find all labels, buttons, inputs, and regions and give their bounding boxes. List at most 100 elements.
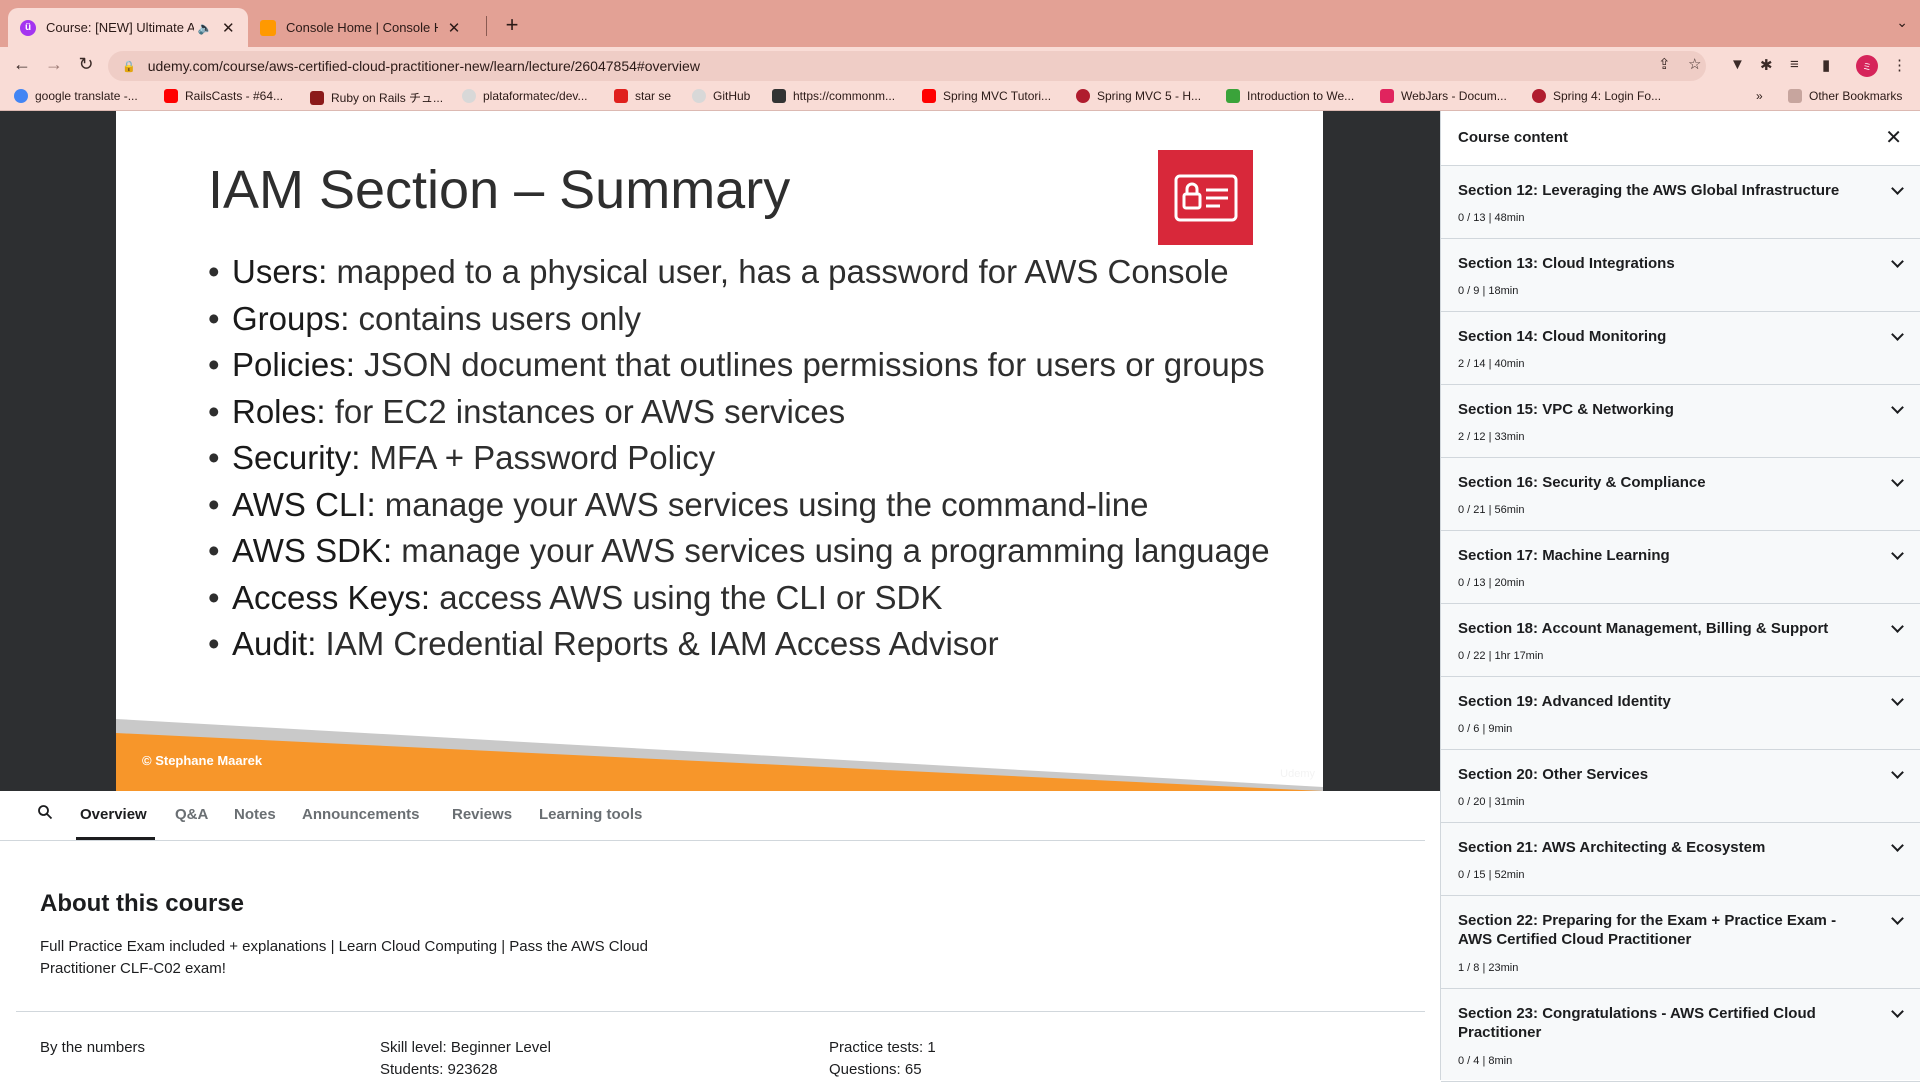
search-icon[interactable] — [37, 804, 53, 825]
section-meta: 0 / 6 | 9min — [1458, 723, 1513, 735]
tab-overview[interactable]: Overview — [80, 806, 147, 823]
bullet-item: • Users: mapped to a physical user, has a… — [208, 253, 1229, 290]
section-meta: 0 / 22 | 1hr 17min — [1458, 650, 1544, 662]
extensions-puzzle-icon[interactable]: ✱ — [1760, 56, 1773, 74]
url-text: udemy.com/course/aws-certified-cloud-pra… — [147, 58, 700, 74]
address-bar[interactable]: 🔒 udemy.com/course/aws-certified-cloud-p… — [108, 51, 1706, 81]
udemy-watermark: Udemy — [1280, 768, 1315, 780]
chevron-down-icon[interactable] — [1891, 766, 1904, 779]
sidebar-section[interactable]: Section 12: Leveraging the AWS Global In… — [1441, 166, 1920, 239]
github-icon — [692, 89, 706, 103]
close-icon[interactable]: ✕ — [1885, 125, 1902, 150]
sidebar-section[interactable]: Section 18: Account Management, Billing … — [1441, 604, 1920, 677]
browser-tab-udemy[interactable]: ü Course: [NEW] Ultimate AWS 🔈 ✕ — [8, 8, 248, 47]
chevron-down-icon[interactable] — [1891, 1005, 1904, 1018]
new-tab-icon[interactable]: + — [500, 12, 524, 38]
sidebar-section[interactable]: Section 14: Cloud Monitoring 2 / 14 | 40m… — [1441, 312, 1920, 385]
bookmarks-bar: google translate -... RailsCasts - #64..… — [0, 85, 1920, 111]
section-title: Section 12: Leveraging the AWS Global In… — [1458, 182, 1840, 199]
chevron-down-icon[interactable] — [1891, 474, 1904, 487]
tab-divider — [486, 16, 487, 36]
slide-copyright: © Stephane Maarek — [142, 753, 263, 768]
more-bookmarks-icon[interactable]: » — [1756, 89, 1763, 103]
bookmark-item[interactable]: WebJars - Docum... — [1380, 89, 1507, 103]
tab-search-chevron-icon[interactable]: ⌄ — [1896, 14, 1908, 31]
browser-toolbar: ← → ↻ 🔒 udemy.com/course/aws-certified-c… — [0, 47, 1920, 85]
forward-icon[interactable]: → — [42, 54, 66, 75]
section-meta: 0 / 15 | 52min — [1458, 869, 1525, 881]
speaker-icon[interactable]: 🔈 — [198, 21, 213, 35]
chevron-down-icon[interactable] — [1891, 620, 1904, 633]
bookmark-item[interactable]: star se — [614, 89, 671, 103]
chevron-down-icon[interactable] — [1891, 693, 1904, 706]
profile-avatar[interactable]: ミ — [1856, 55, 1878, 77]
section-title: Section 15: VPC & Networking — [1458, 401, 1674, 418]
section-title: Section 17: Machine Learning — [1458, 547, 1670, 564]
bullet-item: • Groups: contains users only — [208, 299, 642, 337]
bookmark-item[interactable]: Spring 4: Login Fo... — [1532, 89, 1661, 103]
chevron-down-icon[interactable] — [1891, 912, 1904, 925]
sidebar-section[interactable]: Section 21: AWS Architecting & Ecosystem… — [1441, 823, 1920, 896]
sidebar-section[interactable]: Section 22: Preparing for the Exam + Pra… — [1441, 896, 1920, 989]
bookmark-star-icon[interactable]: ☆ — [1688, 55, 1701, 73]
bookmark-item[interactable]: RailsCasts - #64... — [164, 89, 283, 103]
chevron-down-icon[interactable] — [1891, 182, 1904, 195]
section-meta: 0 / 9 | 18min — [1458, 285, 1519, 297]
bookmark-item[interactable]: google translate -... — [14, 89, 138, 103]
tab-qa[interactable]: Q&A — [175, 806, 208, 823]
chevron-down-icon[interactable] — [1891, 839, 1904, 852]
share-icon[interactable]: ⇪ — [1658, 55, 1671, 73]
sidebar-section[interactable]: Section 16: Security & Compliance 0 / 21 … — [1441, 458, 1920, 531]
sidebar-section[interactable]: Section 23: Congratulations - AWS Certif… — [1441, 989, 1920, 1082]
bookmark-item[interactable]: Spring MVC 5 - H... — [1076, 89, 1201, 103]
chevron-down-icon[interactable] — [1891, 547, 1904, 560]
video-player[interactable]: IAM Section – Summary • Users: mapped to … — [0, 111, 1440, 791]
other-bookmarks[interactable]: Other Bookmarks — [1788, 89, 1902, 103]
sidebar-section[interactable]: Section 17: Machine Learning 0 / 13 | 20m… — [1441, 531, 1920, 604]
back-icon[interactable]: ← — [10, 54, 34, 75]
bookmark-item[interactable]: GitHub — [692, 89, 750, 103]
bookmark-item[interactable]: Ruby on Rails チュ... — [310, 89, 443, 106]
sidebar-section[interactable]: Section 19: Advanced Identity 0 / 6 | 9mi… — [1441, 677, 1920, 750]
tab-announcements[interactable]: Announcements — [302, 806, 420, 823]
chevron-down-icon[interactable] — [1891, 328, 1904, 341]
sidebar-section[interactable]: Section 13: Cloud Integrations 0 / 9 | 18… — [1441, 239, 1920, 312]
bookmark-item[interactable]: Introduction to We... — [1226, 89, 1354, 103]
rails-icon — [310, 90, 324, 105]
sidebar-section[interactable]: Section 15: VPC & Networking 2 / 12 | 33m… — [1441, 385, 1920, 458]
youtube-icon — [922, 89, 936, 103]
slide-title: IAM Section – Summary — [208, 160, 791, 220]
section-title: Section 13: Cloud Integrations — [1458, 255, 1675, 272]
lock-icon[interactable]: 🔒 — [122, 60, 136, 73]
section-meta: 1 / 8 | 23min — [1458, 962, 1519, 974]
section-meta: 2 / 14 | 40min — [1458, 358, 1525, 370]
close-tab-icon[interactable]: ✕ — [220, 19, 236, 37]
extension-v-icon[interactable]: ▼ — [1730, 56, 1745, 73]
bullet-item: • AWS CLI: manage your AWS services using… — [208, 485, 1149, 523]
chevron-down-icon[interactable] — [1891, 401, 1904, 414]
bookmark-item[interactable]: https://commonm... — [772, 89, 895, 103]
commonmark-icon — [772, 89, 786, 103]
reload-icon[interactable]: ↻ — [74, 54, 98, 75]
bookmark-item[interactable]: plataformatec/dev... — [462, 89, 588, 103]
browser-tab-console[interactable]: Console Home | Console Home ✕ — [248, 8, 486, 47]
github-icon — [462, 89, 476, 103]
udemy-favicon-icon: ü — [20, 19, 36, 36]
browser-menu-icon[interactable]: ⋮ — [1892, 56, 1907, 74]
tab-reviews[interactable]: Reviews — [452, 806, 512, 823]
media-controls-icon[interactable]: ≡ — [1790, 56, 1799, 73]
close-tab-icon[interactable]: ✕ — [446, 19, 462, 37]
google-icon — [14, 89, 28, 103]
sidebar-title: Course content — [1458, 129, 1569, 146]
iam-credential-icon — [1158, 150, 1253, 245]
sidebar-section[interactable]: Section 20: Other Services 0 / 20 | 31min — [1441, 750, 1920, 823]
webpage-icon — [1226, 89, 1240, 103]
bullet-item: • Security: MFA + Password Policy — [208, 439, 716, 476]
chevron-down-icon[interactable] — [1891, 255, 1904, 268]
section-title: Section 19: Advanced Identity — [1458, 693, 1671, 710]
tab-learning-tools[interactable]: Learning tools — [539, 806, 642, 823]
bookmark-item[interactable]: Spring MVC Tutori... — [922, 89, 1051, 103]
bullet-item: • Policies: JSON document that outlines p… — [208, 346, 1265, 383]
tab-notes[interactable]: Notes — [234, 806, 276, 823]
side-panel-icon[interactable]: ▮ — [1822, 56, 1830, 74]
